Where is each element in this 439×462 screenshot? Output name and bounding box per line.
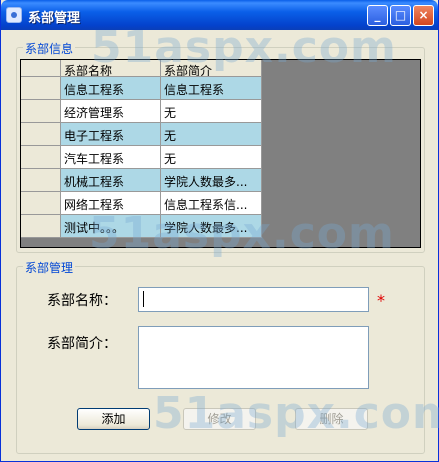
cell-name[interactable]: 信息工程系	[61, 77, 161, 100]
maximize-button[interactable]: □	[390, 5, 411, 26]
cell-name[interactable]: 经济管理系	[61, 100, 161, 123]
cell-description[interactable]: 信息工程系信...	[161, 192, 262, 215]
delete-button[interactable]: 删除	[295, 408, 368, 430]
text-caret	[143, 291, 144, 307]
cell-description[interactable]: 无	[161, 146, 262, 169]
table-row[interactable]: 电子工程系 无	[21, 123, 262, 146]
grid-header-row: 系部名称 系部简介	[21, 60, 262, 77]
department-description-textarea[interactable]	[138, 326, 369, 389]
table-row[interactable]: 网络工程系 信息工程系信...	[21, 192, 262, 215]
column-header-description[interactable]: 系部简介	[161, 60, 262, 77]
main-window: 系部管理 _ □ × 系部信息 系部名称 系部简介 信息工程系 信息工程系 经济…	[0, 0, 439, 462]
cell-name[interactable]: 电子工程系	[61, 123, 161, 146]
minimize-button[interactable]: _	[367, 5, 388, 26]
title-bar[interactable]: 系部管理 _ □ ×	[1, 0, 438, 30]
cell-name[interactable]: 网络工程系	[61, 192, 161, 215]
window-title: 系部管理	[28, 11, 81, 26]
row-header[interactable]	[21, 169, 61, 192]
department-name-input[interactable]	[138, 287, 369, 312]
table-row[interactable]: 机械工程系 学院人数最多...	[21, 169, 262, 192]
cell-name[interactable]: 汽车工程系	[61, 146, 161, 169]
department-grid[interactable]: 系部名称 系部简介 信息工程系 信息工程系 经济管理系 无 电子工程系 无 汽车…	[20, 59, 421, 248]
app-icon[interactable]	[6, 7, 22, 23]
cell-description[interactable]: 学院人数最多...	[161, 215, 262, 238]
table-row[interactable]: 经济管理系 无	[21, 100, 262, 123]
row-header[interactable]	[21, 123, 61, 146]
cell-description[interactable]: 学院人数最多...	[161, 169, 262, 192]
cell-description[interactable]: 信息工程系	[161, 77, 262, 100]
cell-description[interactable]: 无	[161, 100, 262, 123]
table-row[interactable]: 汽车工程系 无	[21, 146, 262, 169]
column-header-name[interactable]: 系部名称	[61, 60, 161, 77]
row-header[interactable]	[21, 215, 61, 238]
info-group-legend: 系部信息	[23, 40, 76, 57]
row-header[interactable]	[21, 192, 61, 215]
cell-description[interactable]: 无	[161, 123, 262, 146]
table-row[interactable]: 测试中。。。 学院人数最多...	[21, 215, 262, 238]
cell-name[interactable]: 测试中。。。	[61, 215, 161, 238]
add-button[interactable]: 添加	[77, 408, 150, 430]
manage-group-legend: 系部管理	[23, 259, 76, 276]
cell-name[interactable]: 机械工程系	[61, 169, 161, 192]
row-header[interactable]	[21, 77, 61, 100]
table-row[interactable]: 信息工程系 信息工程系	[21, 77, 262, 100]
description-label: 系部简介：	[47, 336, 117, 352]
name-label: 系部名称：	[47, 293, 117, 309]
close-button[interactable]: ×	[413, 5, 434, 26]
required-marker: *	[377, 291, 385, 310]
row-header-corner	[21, 60, 61, 77]
row-header[interactable]	[21, 146, 61, 169]
row-header[interactable]	[21, 100, 61, 123]
edit-button[interactable]: 修改	[183, 408, 256, 430]
